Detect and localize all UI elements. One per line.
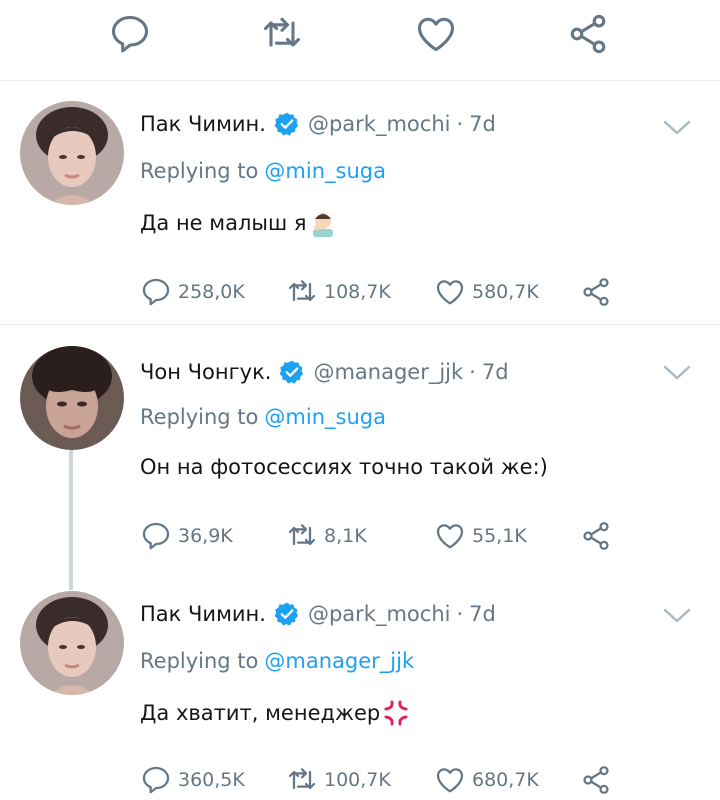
retweet-action[interactable]: 100,7K [286, 762, 391, 798]
like-count: 580,7K [472, 281, 539, 303]
avatar[interactable] [20, 101, 124, 205]
reply-icon [140, 764, 172, 796]
handle[interactable]: @manager_jjk [313, 360, 463, 384]
retweet-icon [286, 764, 318, 796]
avatar[interactable] [20, 591, 124, 695]
replying-to-label: Replying to [140, 649, 259, 673]
verified-badge-icon [279, 359, 305, 385]
avatar[interactable] [20, 346, 124, 450]
share-icon [580, 764, 612, 796]
reply-icon[interactable] [108, 12, 152, 56]
retweet-icon [286, 520, 318, 552]
timestamp[interactable]: 7d [469, 602, 496, 626]
tweet-header: Пак Чимин. @park_mochi · 7d [140, 597, 496, 631]
separator: · [456, 112, 464, 136]
like-icon [434, 520, 466, 552]
tweet-actions: 360,5K 100,7K 680,7K [140, 762, 620, 798]
tweet[interactable]: Чон Чонгук. @manager_jjk · 7d Replying t… [0, 325, 720, 575]
reply-action[interactable]: 36,9K [140, 518, 233, 554]
share-action[interactable] [580, 518, 612, 554]
chevron-down-icon[interactable] [662, 117, 692, 137]
like-action[interactable]: 580,7K [434, 274, 539, 310]
tweet-header: Пак Чимин. @park_mochi · 7d [140, 107, 496, 141]
replying-to-label: Replying to [140, 159, 259, 183]
reply-count: 258,0K [178, 281, 245, 303]
top-action-bar [0, 0, 720, 80]
mention-link[interactable]: @manager_jjk [264, 649, 414, 673]
like-count: 55,1K [472, 525, 527, 547]
separator: · [456, 602, 464, 626]
separator: · [469, 360, 476, 384]
anger-emoji-icon [384, 700, 408, 726]
display-name[interactable]: Чон Чонгук. [140, 360, 271, 384]
retweet-count: 100,7K [324, 769, 391, 791]
reply-count: 360,5K [178, 769, 245, 791]
tweet-text: Да не малыш я [140, 209, 337, 237]
reply-action[interactable]: 360,5K [140, 762, 245, 798]
retweet-action[interactable]: 8,1K [286, 518, 367, 554]
like-icon [434, 764, 466, 796]
replying-to: Replying to @min_suga [140, 405, 386, 429]
replying-to: Replying to @min_suga [140, 159, 386, 183]
retweet-icon[interactable] [260, 12, 304, 56]
chevron-down-icon[interactable] [662, 605, 692, 625]
tweet-actions: 258,0K 108,7K 580,7K [140, 274, 620, 310]
tweet-actions: 36,9K 8,1K 55,1K [140, 518, 620, 554]
tweet-header: Чон Чонгук. @manager_jjk · 7d [140, 355, 509, 389]
like-count: 680,7K [472, 769, 539, 791]
like-action[interactable]: 680,7K [434, 762, 539, 798]
retweet-icon [286, 276, 318, 308]
share-icon [580, 520, 612, 552]
timestamp[interactable]: 7d [469, 112, 496, 136]
tweet-text-content: Он на фотосессиях точно такой же:) [140, 455, 548, 479]
retweet-count: 108,7K [324, 281, 391, 303]
tweet[interactable]: Пак Чимин. @park_mochi · 7d Replying to @… [0, 81, 720, 324]
like-icon[interactable] [414, 12, 458, 56]
reply-count: 36,9K [178, 525, 233, 547]
display-name[interactable]: Пак Чимин. [140, 112, 266, 136]
share-action[interactable] [580, 762, 612, 798]
handle[interactable]: @park_mochi [308, 602, 451, 626]
retweet-count: 8,1K [324, 525, 367, 547]
facepalm-emoji-icon [312, 213, 333, 237]
retweet-action[interactable]: 108,7K [286, 274, 391, 310]
share-icon[interactable] [566, 12, 610, 56]
tweet-text-content: Да хватит, менеджер [140, 701, 381, 725]
timestamp[interactable]: 7d [482, 360, 509, 384]
verified-badge-icon [274, 111, 300, 137]
reply-icon [140, 276, 172, 308]
mention-link[interactable]: @min_suga [264, 405, 386, 429]
share-icon [580, 276, 612, 308]
replying-to-label: Replying to [140, 405, 259, 429]
tweet[interactable]: Пак Чимин. @park_mochi · 7d Replying to @… [0, 575, 720, 800]
replying-to: Replying to @manager_jjk [140, 649, 414, 673]
mention-link[interactable]: @min_suga [264, 159, 386, 183]
like-icon [434, 276, 466, 308]
tweet-text: Он на фотосессиях точно такой же:) [140, 455, 548, 479]
like-action[interactable]: 55,1K [434, 518, 527, 554]
share-action[interactable] [580, 274, 612, 310]
verified-badge-icon [274, 601, 300, 627]
handle[interactable]: @park_mochi [308, 112, 451, 136]
reply-action[interactable]: 258,0K [140, 274, 245, 310]
tweet-text-content: Да не малыш я [140, 211, 307, 235]
display-name[interactable]: Пак Чимин. [140, 602, 266, 626]
reply-icon [140, 520, 172, 552]
chevron-down-icon[interactable] [662, 362, 692, 382]
tweet-text: Да хватит, менеджер [140, 699, 410, 727]
